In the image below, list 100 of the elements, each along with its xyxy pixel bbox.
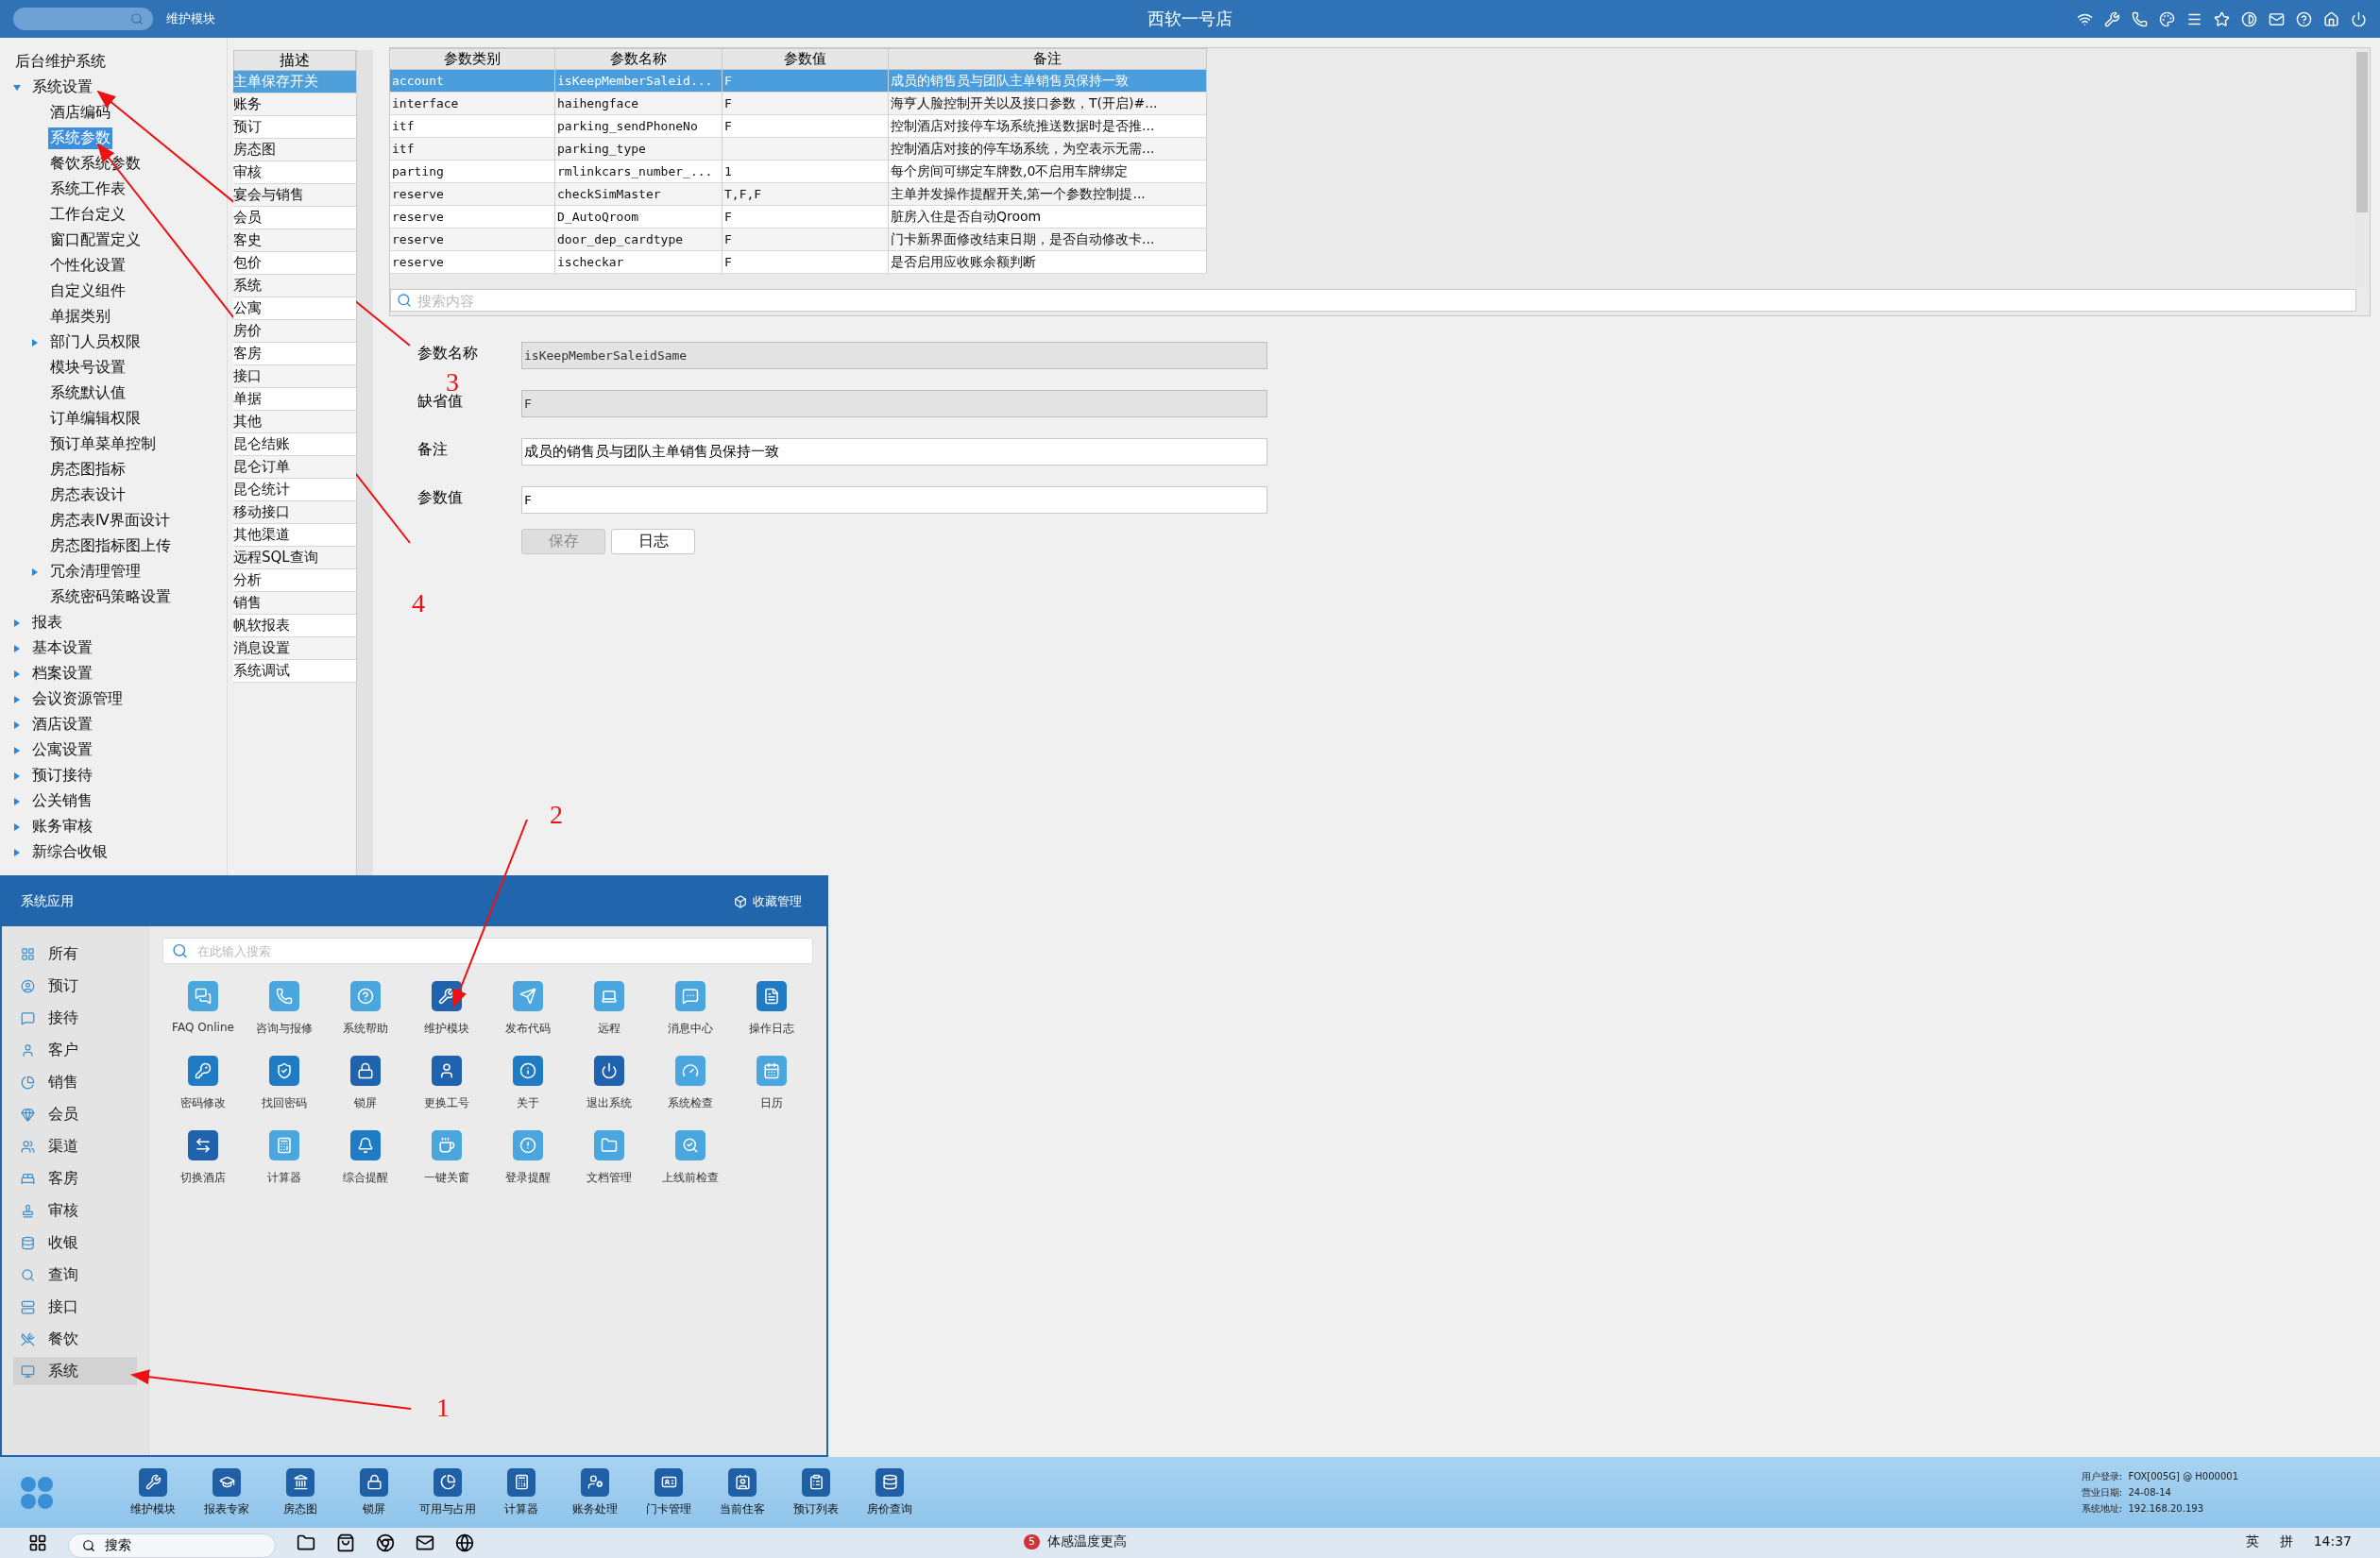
pie-chart-icon[interactable] <box>21 1075 35 1090</box>
search-icon[interactable] <box>82 1539 95 1552</box>
lock-icon[interactable] <box>350 1056 381 1086</box>
description-item[interactable]: 远程SQL查询 <box>233 547 356 569</box>
tree-item[interactable]: 系统密码策略设置 <box>48 586 173 608</box>
caret-icon[interactable] <box>31 567 39 576</box>
lock-icon[interactable] <box>360 1467 388 1497</box>
mail-icon[interactable] <box>416 1533 434 1552</box>
app-label[interactable]: 一键关窗 <box>424 1170 469 1186</box>
form-button[interactable]: 日志 <box>611 529 695 554</box>
description-item[interactable]: 帆软报表 <box>233 615 356 637</box>
description-item[interactable]: 账务 <box>233 93 356 116</box>
diamond-icon[interactable] <box>21 1107 35 1122</box>
table-row[interactable]: itf parking_sendPhoneNo F 控制酒店对接停车场系统推送数据时是否推... <box>390 115 1207 138</box>
category-item[interactable]: 会员 <box>13 1100 137 1128</box>
contrast-icon[interactable] <box>2241 10 2257 27</box>
description-item[interactable]: 昆仑结账 <box>233 433 356 456</box>
description-item[interactable]: 客史 <box>233 229 356 252</box>
description-item[interactable]: 昆仑统计 <box>233 479 356 501</box>
category-item[interactable]: 预订 <box>13 972 137 1000</box>
tree-item[interactable]: 新综合收银 <box>30 841 110 863</box>
description-item[interactable]: 销售 <box>233 592 356 615</box>
app-label[interactable]: 切换酒店 <box>180 1170 226 1186</box>
tools-icon[interactable] <box>2104 10 2120 27</box>
app-label[interactable]: 登录提醒 <box>505 1170 551 1186</box>
tree-item[interactable]: 档案设置 <box>30 663 94 685</box>
caret-icon[interactable] <box>13 618 21 627</box>
browser-icon[interactable] <box>376 1533 395 1552</box>
tree-item[interactable]: 酒店设置 <box>30 714 94 736</box>
category-item[interactable]: 审核 <box>13 1196 137 1225</box>
key-icon[interactable] <box>188 1056 218 1086</box>
tree-item[interactable]: 系统默认值 <box>48 382 128 404</box>
description-item[interactable]: 昆仑订单 <box>233 456 356 479</box>
app-label[interactable]: 房态图 <box>283 1500 317 1517</box>
utensils-icon[interactable] <box>21 1331 35 1346</box>
app-label[interactable]: 发布代码 <box>505 1021 551 1037</box>
category-item[interactable]: 接口 <box>13 1293 137 1321</box>
app-label[interactable]: 日历 <box>760 1095 783 1111</box>
user-icon[interactable] <box>432 1056 462 1086</box>
app-label[interactable]: 维护模块 <box>130 1500 176 1517</box>
app-label[interactable]: 账务处理 <box>572 1500 618 1517</box>
tree-item[interactable]: 会议资源管理 <box>30 688 125 710</box>
category-item[interactable]: 查询 <box>13 1261 137 1289</box>
caret-icon[interactable] <box>31 338 39 347</box>
search-field[interactable]: 在此输入搜索 <box>162 938 813 964</box>
description-item[interactable]: 单据 <box>233 388 356 411</box>
tree-item[interactable]: 个性化设置 <box>48 255 128 277</box>
caret-icon[interactable] <box>13 83 21 92</box>
description-item[interactable]: 系统 <box>233 275 356 297</box>
description-item[interactable]: 消息设置 <box>233 637 356 660</box>
tree-item[interactable]: 酒店编码 <box>48 102 112 124</box>
folder-icon[interactable] <box>297 1533 315 1552</box>
globe-icon[interactable] <box>455 1533 474 1552</box>
coins-icon[interactable] <box>876 1467 904 1497</box>
caret-icon[interactable] <box>13 695 21 703</box>
description-item[interactable]: 分析 <box>233 569 356 592</box>
gauge-icon[interactable] <box>675 1056 706 1086</box>
tree-item[interactable]: 基本设置 <box>30 637 94 659</box>
table-row[interactable]: parting rmlinkcars_number_... 1 每个房间可绑定车牌数,0不启用车牌绑定 <box>390 161 1207 183</box>
input-method-indicator[interactable]: 英 <box>2245 1533 2259 1550</box>
power-icon[interactable] <box>2351 10 2367 27</box>
app-label[interactable]: 密码修改 <box>180 1095 226 1111</box>
app-label[interactable]: 系统帮助 <box>343 1021 388 1037</box>
card-icon[interactable] <box>654 1467 683 1497</box>
caret-icon[interactable] <box>13 822 21 831</box>
wrench-icon[interactable] <box>139 1467 167 1497</box>
coins-icon[interactable] <box>21 1235 35 1250</box>
app-label[interactable]: 咨询与报修 <box>256 1021 313 1037</box>
caret-icon[interactable] <box>13 797 21 805</box>
stamp-icon[interactable] <box>21 1203 35 1218</box>
category-item[interactable]: 渠道 <box>13 1132 137 1160</box>
tree-item[interactable]: 公寓设置 <box>30 739 94 761</box>
tree-item[interactable]: 账务审核 <box>30 816 94 838</box>
tree-item[interactable]: 房态图指标 <box>48 459 128 481</box>
contact-icon[interactable] <box>728 1467 756 1497</box>
phone-icon[interactable] <box>2132 10 2148 27</box>
table-row[interactable]: reserve checkSimMaster T,F,F 主单并发操作提醒开关,第一个参数控制提... <box>390 183 1207 206</box>
start-icon[interactable] <box>28 1533 47 1552</box>
caret-icon[interactable] <box>13 669 21 678</box>
category-item[interactable]: 系统 <box>13 1357 137 1385</box>
description-item[interactable]: 公寓 <box>233 297 356 320</box>
app-label[interactable]: 当前住客 <box>720 1500 765 1517</box>
tree-item[interactable]: 系统工作表 <box>48 178 128 200</box>
user-circle-icon[interactable] <box>21 978 35 993</box>
grid-icon[interactable] <box>21 946 35 961</box>
tree-item[interactable]: 模块号设置 <box>48 357 128 379</box>
palette-icon[interactable] <box>2159 10 2175 27</box>
bell-icon[interactable] <box>350 1130 381 1160</box>
table-row[interactable]: reserve D_AutoQroom F 脏房入住是否自动Qroom <box>390 206 1207 229</box>
category-item[interactable]: 客房 <box>13 1164 137 1193</box>
tree-item[interactable]: 单据类别 <box>48 306 112 328</box>
search-field[interactable] <box>13 8 153 30</box>
tree-item[interactable]: 报表 <box>30 612 64 634</box>
table-row[interactable]: itf parking_type 控制酒店对接的停车场系统，为空表示无需... <box>390 138 1207 161</box>
search-field[interactable]: 搜索 <box>68 1533 276 1558</box>
category-item[interactable]: 收银 <box>13 1228 137 1257</box>
help-icon[interactable] <box>2296 10 2312 27</box>
app-label[interactable]: 退出系统 <box>586 1095 632 1111</box>
description-item[interactable]: 房价 <box>233 320 356 343</box>
help-icon[interactable] <box>350 981 381 1011</box>
